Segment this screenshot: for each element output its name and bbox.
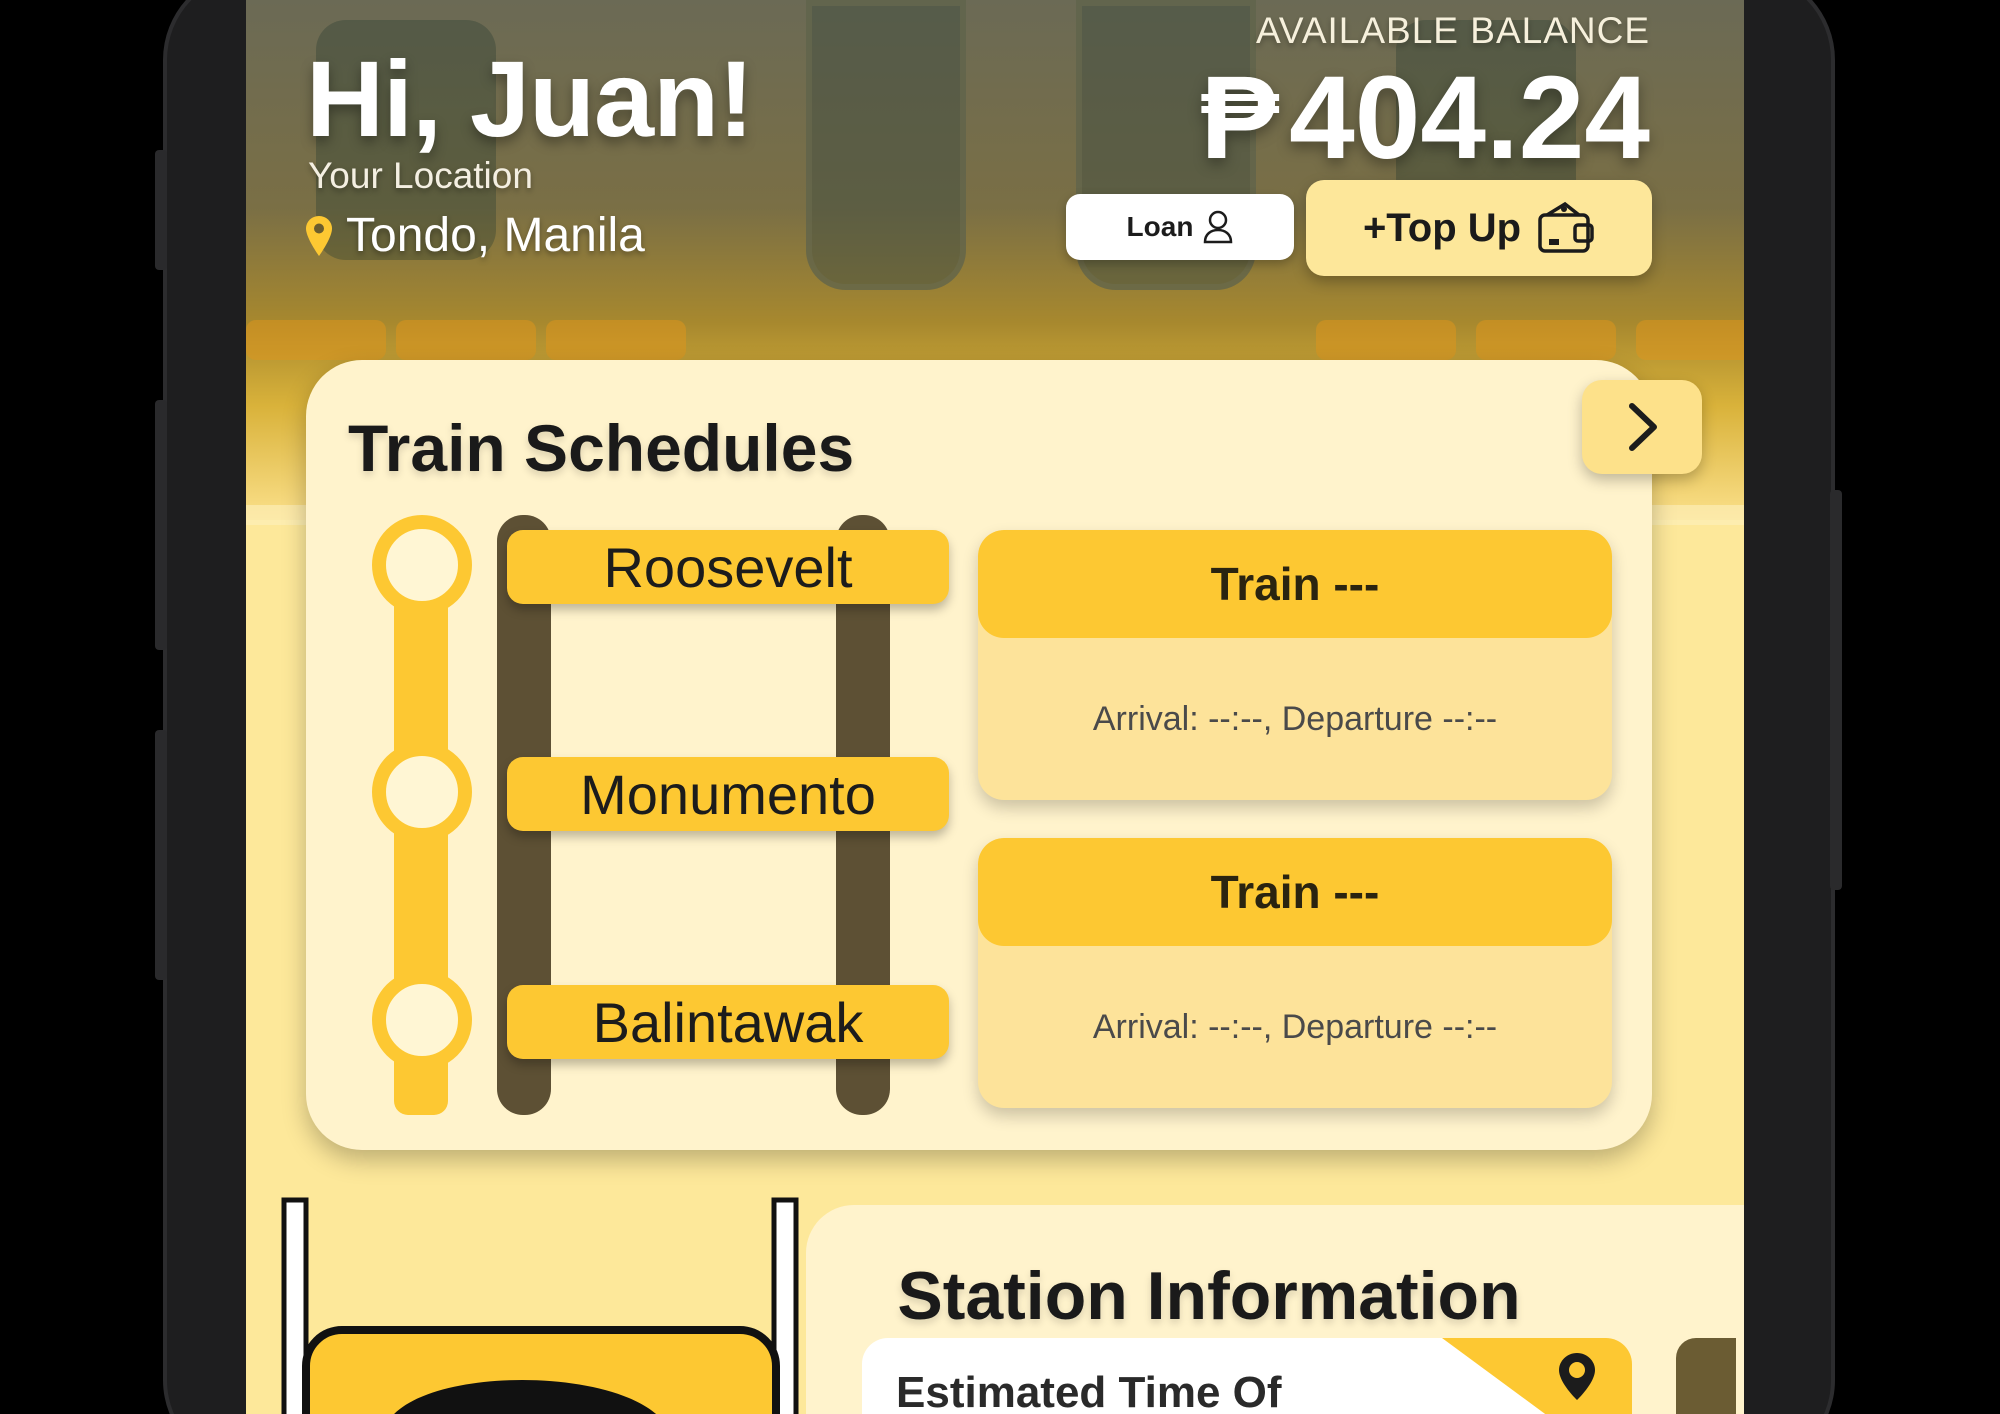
train-schedules-card: Train Schedules Roosevelt Monumento Bali… <box>306 360 1652 1150</box>
station-line: Roosevelt Monumento Balintawak <box>342 515 949 1115</box>
next-info-card[interactable] <box>1676 1338 1736 1414</box>
chevron-right-icon <box>1629 403 1657 451</box>
location-label: Your Location <box>308 155 533 196</box>
top-up-button-label: +Top Up <box>1362 205 1522 250</box>
eta-label: Estimated Time Of <box>896 1368 1282 1414</box>
train-seat <box>546 320 686 360</box>
train-card-title: Train --- <box>978 530 1612 638</box>
train-card-title: Train --- <box>978 838 1612 946</box>
phone-power-button <box>1830 490 1842 890</box>
location-row[interactable]: Tondo, Manila <box>306 208 645 263</box>
train-seat <box>246 320 386 360</box>
station-dot <box>372 742 472 842</box>
train-card-times: Arrival: --:--, Departure --:-- <box>1092 1007 1498 1046</box>
greeting: Hi, Juan! <box>306 38 754 159</box>
station-monumento[interactable]: Monumento <box>507 757 949 831</box>
train-seat <box>396 320 536 360</box>
station-information-section: Station Information Estimated Time Of <box>806 1205 1744 1414</box>
train-card-times: Arrival: --:--, Departure --:-- <box>1092 699 1498 738</box>
train-illustration <box>281 1197 799 1414</box>
location-text: Tondo, Manila <box>346 209 645 262</box>
station-balintawak[interactable]: Balintawak <box>507 985 949 1059</box>
map-thumbnail <box>1402 1338 1632 1414</box>
train-seat <box>1316 320 1456 360</box>
top-up-button[interactable]: +Top Up <box>1306 180 1652 276</box>
phone-volume-down-button <box>155 730 167 980</box>
train-seat <box>1636 320 1744 360</box>
loan-button-label: Loan <box>1126 211 1194 242</box>
station-roosevelt[interactable]: Roosevelt <box>507 530 949 604</box>
train-card[interactable]: Train --- Arrival: --:--, Departure --:-… <box>978 838 1612 1108</box>
loan-button[interactable]: Loan <box>1066 194 1294 260</box>
station-dot <box>372 970 472 1070</box>
currency-symbol: ₱ <box>1200 52 1280 184</box>
station-information-title: Station Information <box>897 1258 1521 1334</box>
balance-label: AVAILABLE BALANCE <box>1255 10 1650 51</box>
balance-value: 404.24 <box>1289 52 1650 184</box>
user-icon <box>1204 210 1233 244</box>
map-illustration <box>1402 1338 1595 1414</box>
app-screen: Hi, Juan! Your Location Tondo, Manila AV… <box>246 0 1744 1414</box>
location-pin-icon <box>306 215 332 256</box>
phone-volume-up-button <box>155 400 167 650</box>
phone-side-button <box>155 150 167 270</box>
train-card[interactable]: Train --- Arrival: --:--, Departure --:-… <box>978 530 1612 800</box>
train-seat <box>1476 320 1616 360</box>
eta-card[interactable]: Estimated Time Of <box>862 1338 1632 1414</box>
balance-amount: ₱ 404.24 <box>1200 50 1650 186</box>
schedules-next-button[interactable] <box>1582 380 1702 474</box>
train-schedules-title: Train Schedules <box>348 411 855 485</box>
wallet-icon <box>1538 201 1594 253</box>
station-dot <box>372 515 472 615</box>
train-door <box>806 0 966 290</box>
